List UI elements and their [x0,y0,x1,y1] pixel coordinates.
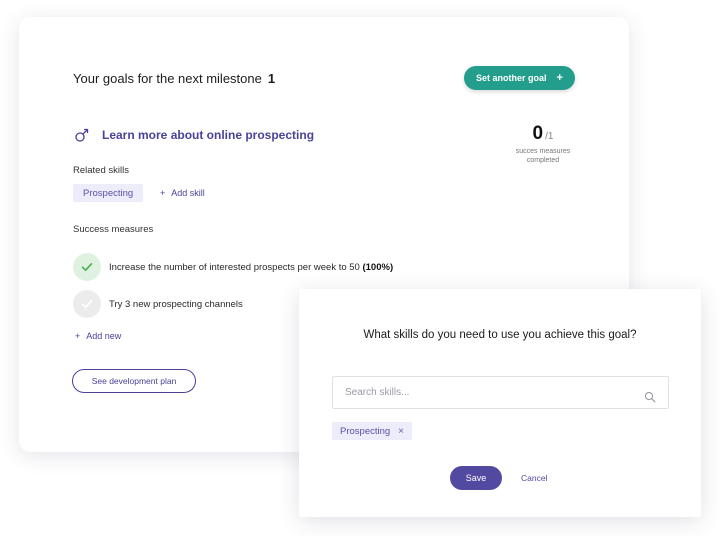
progress-total: /1 [545,131,554,142]
set-another-goal-label: Set another goal [476,73,547,83]
goal-title: Learn more about online prospecting [102,128,315,142]
milestone-goals-title: Your goals for the next milestone [73,71,262,86]
progress-caption: succes measures completed [511,147,575,165]
measure-description: Try 3 new prospecting channels [109,298,243,310]
check-toggle-todo[interactable] [73,290,101,318]
save-button[interactable]: Save [450,466,502,490]
measure-text: Increase the number of interested prospe… [109,262,393,273]
add-measure-label: Add new [86,331,122,341]
dialog-question: What skills do you need to use you achie… [363,329,637,341]
see-development-plan-button[interactable]: See development plan [72,369,196,393]
add-skill-link[interactable]: + Add skill [160,188,205,198]
plus-icon: + [75,331,81,341]
set-another-goal-button[interactable]: Set another goal + [464,66,575,90]
skill-chip: Prospecting [73,184,144,202]
milestone-goals-header: Your goals for the next milestone 1 [73,71,275,86]
add-measure-link[interactable]: + Add new [75,331,121,341]
plus-icon: + [160,188,166,198]
progress-completed: 0 [532,123,544,144]
search-skills-box[interactable] [332,376,669,409]
search-icon[interactable] [644,391,656,403]
selected-skill-label: Prospecting [340,425,391,437]
related-skills-label: Related skills [73,165,129,176]
goal-title-row[interactable]: Learn more about online prospecting [74,127,314,143]
success-measures-label: Success measures [73,224,154,235]
goal-count: 1 [267,71,276,86]
success-progress: 0/1 succes measures completed [511,123,575,165]
check-icon [81,299,93,308]
gender-male-icon [75,128,89,142]
add-skill-label: Add skill [171,188,205,198]
cancel-button[interactable]: Cancel [513,466,555,490]
progress-caption-line2: completed [526,157,560,164]
search-skills-input[interactable] [345,387,644,398]
check-icon [81,262,93,271]
measure-description: Increase the number of interested prospe… [109,261,360,273]
progress-caption-line1: succes measures [515,148,571,155]
close-icon[interactable]: × [398,426,404,437]
plus-icon: + [556,72,563,84]
selected-skill-chip: Prospecting × [332,422,413,440]
measure-percent: (100%) [362,261,394,273]
skills-dialog: What skills do you need to use you achie… [299,289,701,517]
measure-item[interactable]: Increase the number of interested prospe… [73,253,393,281]
measure-item[interactable]: Try 3 new prospecting channels [73,290,243,318]
check-toggle-done[interactable] [73,253,101,281]
